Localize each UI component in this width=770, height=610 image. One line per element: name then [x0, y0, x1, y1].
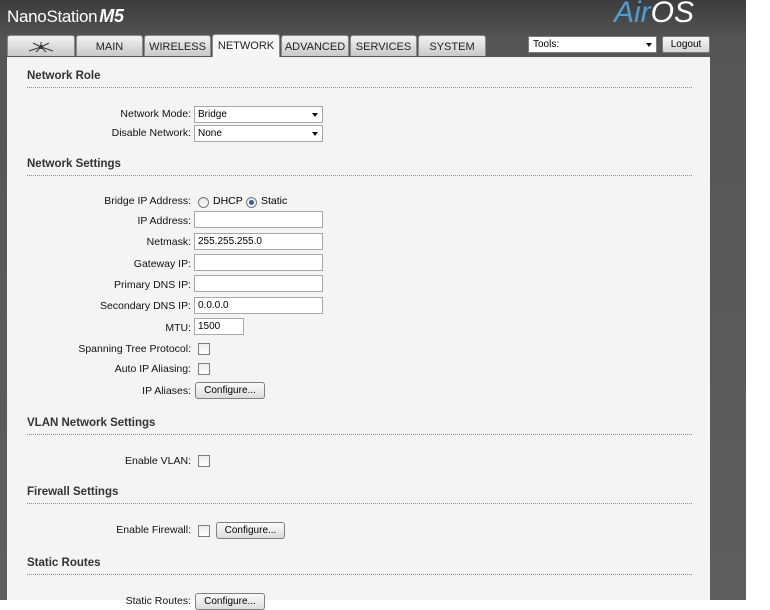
primary-dns-label: Primary DNS IP:: [113, 279, 191, 291]
airos-logo-os: OS: [650, 0, 695, 29]
tools-value: Tools:: [533, 39, 560, 50]
section-title-network-settings: Network Settings: [27, 158, 692, 176]
firewall-configure-button[interactable]: Configure...: [216, 522, 285, 539]
tab-wireless[interactable]: WIRELESS: [144, 35, 211, 56]
brand-model: M5: [99, 6, 124, 26]
tools-dropdown[interactable]: Tools:: [528, 36, 657, 53]
static-radio-label: Static: [261, 195, 288, 207]
static-radio[interactable]: [246, 197, 257, 208]
disable-network-select[interactable]: None: [194, 125, 323, 142]
logout-button[interactable]: Logout: [662, 36, 710, 53]
dhcp-radio-label: DHCP: [213, 195, 243, 207]
device-brand: NanoStation M5: [7, 6, 124, 27]
ip-address-input[interactable]: [194, 211, 323, 228]
section-title-firewall: Firewall Settings: [27, 486, 692, 504]
radio-selected-dot: [249, 200, 254, 205]
network-settings-panel: Network Role Network Mode: Bridge Disabl…: [7, 57, 710, 610]
tab-main[interactable]: MAIN: [76, 35, 143, 56]
chevron-down-icon: [312, 113, 318, 117]
enable-vlan-label: Enable VLAN:: [125, 455, 191, 467]
disable-network-label: Disable Network:: [111, 127, 191, 139]
mtu-label: MTU:: [165, 322, 191, 334]
mtu-input[interactable]: 1500: [194, 318, 244, 335]
ip-aliases-label: IP Aliases:: [142, 385, 191, 397]
network-mode-label: Network Mode:: [120, 108, 191, 120]
section-title-vlan: VLAN Network Settings: [27, 417, 692, 435]
tab-services[interactable]: SERVICES: [350, 35, 417, 56]
enable-firewall-checkbox[interactable]: [198, 525, 210, 537]
network-mode-select[interactable]: Bridge: [194, 106, 323, 123]
stp-checkbox[interactable]: [198, 343, 210, 355]
auto-ip-aliasing-label: Auto IP Aliasing:: [114, 363, 191, 375]
auto-ip-aliasing-checkbox[interactable]: [198, 363, 210, 375]
dhcp-radio[interactable]: [198, 197, 209, 208]
bridge-ip-label: Bridge IP Address:: [104, 195, 191, 207]
section-title-network-role: Network Role: [27, 70, 692, 88]
secondary-dns-input[interactable]: 0.0.0.0: [194, 297, 323, 314]
chevron-down-icon: [646, 43, 652, 47]
tab-ubiquiti-logo[interactable]: [7, 35, 75, 56]
disable-network-value: None: [198, 128, 222, 139]
secondary-dns-label: Secondary DNS IP:: [99, 300, 191, 312]
section-title-static-routes: Static Routes: [27, 557, 692, 575]
tab-system[interactable]: SYSTEM: [418, 35, 486, 56]
static-routes-configure-button[interactable]: Configure...: [195, 593, 265, 610]
enable-firewall-label: Enable Firewall:: [116, 524, 191, 536]
tab-advanced[interactable]: ADVANCED: [281, 35, 349, 56]
ip-aliases-configure-button[interactable]: Configure...: [195, 382, 265, 399]
static-routes-label: Static Routes:: [125, 595, 191, 607]
ip-address-label: IP Address:: [137, 215, 191, 227]
netmask-label: Netmask:: [146, 236, 191, 248]
ubiquiti-logo-icon: [28, 42, 54, 53]
network-mode-value: Bridge: [198, 109, 227, 120]
brand-name: NanoStation: [7, 7, 98, 26]
netmask-input[interactable]: 255.255.255.0: [194, 233, 323, 250]
gateway-ip-input[interactable]: [194, 254, 323, 271]
gateway-ip-label: Gateway IP:: [133, 258, 191, 270]
airos-logo: AirOS: [614, 0, 694, 32]
tab-network[interactable]: NETWORK: [212, 34, 280, 57]
enable-vlan-checkbox[interactable]: [198, 455, 210, 467]
primary-dns-input[interactable]: [194, 275, 323, 292]
chevron-down-icon: [312, 132, 318, 136]
airos-logo-air: Air: [614, 0, 651, 29]
stp-label: Spanning Tree Protocol:: [78, 343, 191, 355]
